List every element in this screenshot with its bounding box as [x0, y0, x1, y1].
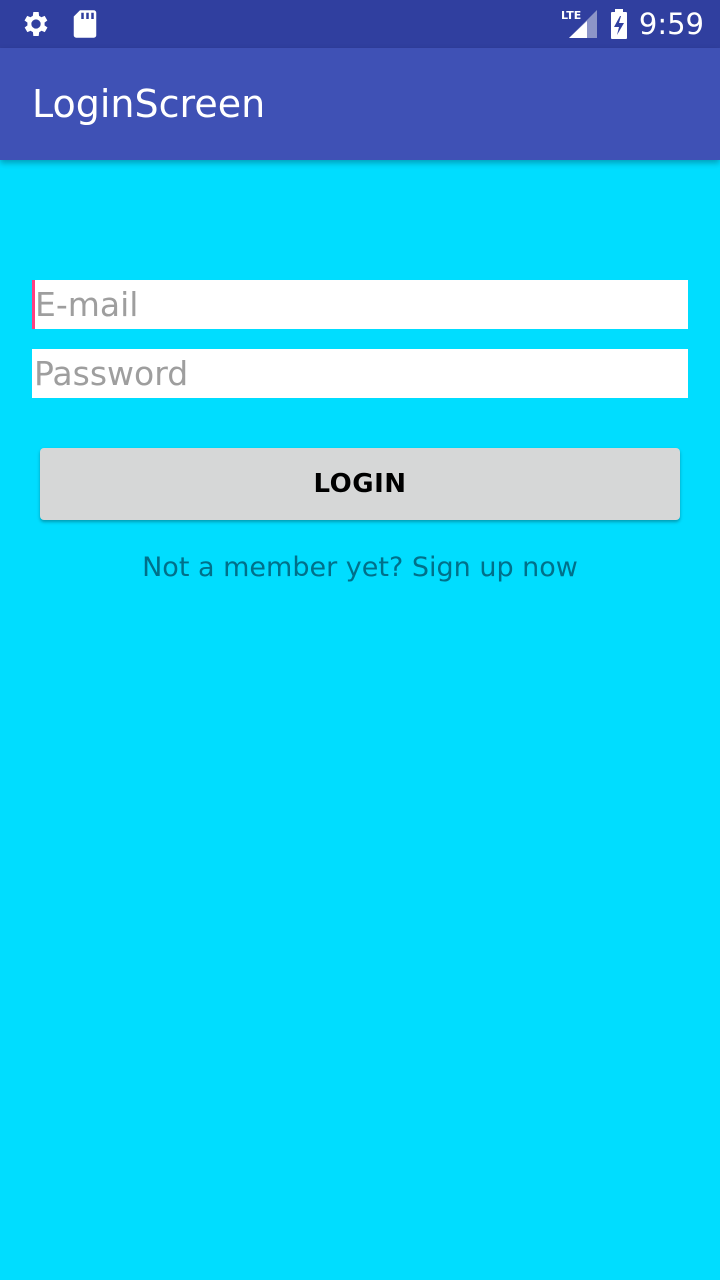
status-bar: LTE 9:59 [0, 0, 720, 48]
login-button[interactable]: LOGIN [40, 448, 680, 520]
battery-charging-icon [609, 8, 629, 40]
sd-card-icon [72, 9, 98, 39]
email-field[interactable] [32, 280, 688, 329]
app-title: LoginScreen [32, 82, 266, 126]
settings-gear-icon [20, 8, 52, 40]
network-label: LTE [561, 9, 581, 22]
password-field[interactable] [32, 349, 688, 398]
status-time: 9:59 [638, 7, 704, 41]
lte-signal-icon: LTE [561, 8, 599, 40]
signup-link[interactable]: Not a member yet? Sign up now [0, 552, 720, 583]
app-bar: LoginScreen [0, 48, 720, 160]
